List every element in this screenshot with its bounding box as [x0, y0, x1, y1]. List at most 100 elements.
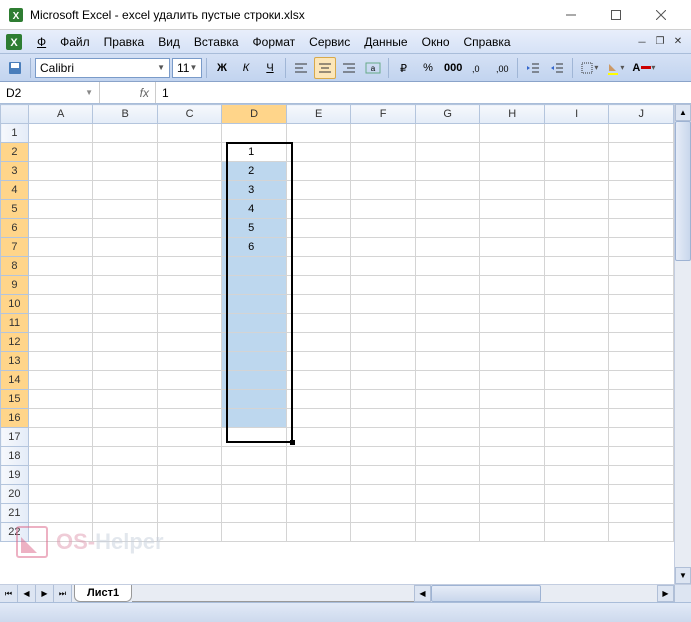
cell[interactable]: [415, 447, 480, 466]
cell[interactable]: [544, 485, 608, 504]
cell[interactable]: [609, 124, 674, 143]
column-header[interactable]: B: [93, 105, 158, 124]
cell[interactable]: [544, 295, 608, 314]
cell[interactable]: [157, 238, 222, 257]
cell[interactable]: [28, 276, 93, 295]
row-header[interactable]: 11: [1, 314, 29, 333]
cell[interactable]: [351, 428, 416, 447]
cell[interactable]: [609, 314, 674, 333]
cell[interactable]: [28, 409, 93, 428]
font-family-select[interactable]: Calibri ▼: [35, 58, 170, 78]
cell[interactable]: [286, 181, 351, 200]
cell[interactable]: [222, 257, 287, 276]
cell[interactable]: [28, 295, 93, 314]
cell[interactable]: [351, 390, 416, 409]
cell[interactable]: [93, 523, 158, 542]
scroll-down-button[interactable]: ▼: [675, 567, 691, 584]
save-icon[interactable]: [4, 57, 26, 79]
cell[interactable]: [415, 314, 480, 333]
cell[interactable]: [286, 162, 351, 181]
cell[interactable]: [222, 276, 287, 295]
cell[interactable]: [93, 124, 158, 143]
cell[interactable]: [93, 219, 158, 238]
bold-button[interactable]: Ж: [211, 57, 233, 79]
row-header[interactable]: 19: [1, 466, 29, 485]
cell[interactable]: [157, 200, 222, 219]
percent-button[interactable]: %: [417, 57, 439, 79]
cell[interactable]: [415, 333, 480, 352]
column-header[interactable]: F: [351, 105, 416, 124]
cell[interactable]: [480, 314, 545, 333]
cell[interactable]: [286, 314, 351, 333]
mdi-restore-button[interactable]: ❐: [652, 35, 668, 49]
cell[interactable]: [415, 257, 480, 276]
row-header[interactable]: 12: [1, 333, 29, 352]
row-header[interactable]: 15: [1, 390, 29, 409]
cell[interactable]: [544, 352, 608, 371]
cell[interactable]: 3: [222, 181, 287, 200]
cell[interactable]: [28, 257, 93, 276]
cell[interactable]: [544, 466, 608, 485]
cell[interactable]: [609, 181, 674, 200]
fill-handle[interactable]: [290, 440, 295, 445]
align-left-button[interactable]: [290, 57, 312, 79]
cell[interactable]: [544, 276, 608, 295]
cell[interactable]: [286, 447, 351, 466]
cell[interactable]: [609, 409, 674, 428]
cell[interactable]: [157, 276, 222, 295]
cell[interactable]: [544, 124, 608, 143]
cell[interactable]: [93, 371, 158, 390]
cell[interactable]: [480, 162, 545, 181]
cell[interactable]: [609, 219, 674, 238]
cell[interactable]: [286, 124, 351, 143]
cell[interactable]: [415, 485, 480, 504]
formula-input[interactable]: 1: [156, 82, 691, 103]
vertical-scrollbar[interactable]: ▲ ▼: [674, 104, 691, 584]
cell[interactable]: [480, 333, 545, 352]
cell[interactable]: [93, 428, 158, 447]
cell[interactable]: [93, 162, 158, 181]
cell[interactable]: [28, 390, 93, 409]
cell[interactable]: 5: [222, 219, 287, 238]
cell[interactable]: [480, 409, 545, 428]
cell[interactable]: [28, 333, 93, 352]
cell[interactable]: [157, 504, 222, 523]
fx-button[interactable]: fx: [100, 82, 156, 103]
cell[interactable]: [157, 219, 222, 238]
row-header[interactable]: 10: [1, 295, 29, 314]
cell[interactable]: [544, 314, 608, 333]
doc-icon[interactable]: X: [4, 32, 24, 52]
cell[interactable]: [28, 162, 93, 181]
cell[interactable]: [351, 238, 416, 257]
cell[interactable]: [222, 390, 287, 409]
row-header[interactable]: 16: [1, 409, 29, 428]
cell[interactable]: [609, 352, 674, 371]
cell[interactable]: [480, 143, 545, 162]
menu-data[interactable]: Данные: [357, 32, 414, 52]
cell[interactable]: [93, 504, 158, 523]
cell[interactable]: [480, 466, 545, 485]
cell[interactable]: [351, 409, 416, 428]
cell[interactable]: 2: [222, 162, 287, 181]
cell[interactable]: [609, 447, 674, 466]
tab-prev-button[interactable]: ◀: [18, 585, 36, 602]
cell[interactable]: 4: [222, 200, 287, 219]
menu-edit[interactable]: Правка: [97, 32, 152, 52]
cell[interactable]: [480, 352, 545, 371]
font-size-select[interactable]: 11 ▼: [172, 58, 202, 78]
cell[interactable]: [28, 523, 93, 542]
decrease-decimal-button[interactable]: ,00: [491, 57, 513, 79]
cell[interactable]: [286, 466, 351, 485]
cell[interactable]: [351, 485, 416, 504]
cell[interactable]: [157, 371, 222, 390]
menu-file[interactable]: Файл: [53, 32, 97, 52]
cell[interactable]: [157, 428, 222, 447]
cell[interactable]: [222, 371, 287, 390]
cell[interactable]: [222, 523, 287, 542]
cell[interactable]: [480, 371, 545, 390]
menu-service[interactable]: Сервис: [302, 32, 357, 52]
cell[interactable]: [415, 219, 480, 238]
cell[interactable]: [609, 162, 674, 181]
cell[interactable]: [222, 352, 287, 371]
cell[interactable]: [28, 219, 93, 238]
